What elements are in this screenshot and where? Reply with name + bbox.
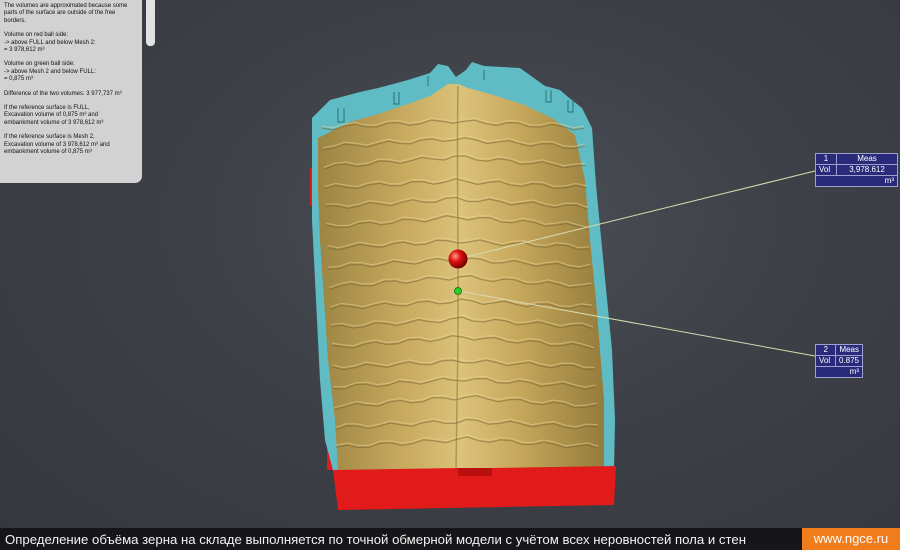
callout-index: 1: [823, 154, 829, 163]
info-line: If the reference surface is Mesh 2,: [4, 134, 95, 141]
site-link[interactable]: www.ngce.ru: [802, 528, 900, 550]
callout-label: Vol: [819, 165, 831, 174]
info-line: parts of the surface are outside of the …: [4, 10, 116, 17]
info-line: The volumes are approximated because som…: [4, 3, 128, 9]
red-ball-marker: [448, 249, 468, 269]
panel-scrollbar[interactable]: [146, 0, 155, 46]
callout-value: 0.875: [834, 356, 862, 366]
info-paragraph: Volume on red ball side: -> above FULL an…: [4, 32, 138, 54]
callout-label: Vol: [819, 356, 831, 365]
info-paragraph: If the reference surface is FULL, Excavat…: [4, 105, 138, 127]
info-paragraph: Difference of the two volumes: 3 977,737…: [4, 91, 138, 98]
info-line: If the reference surface is FULL,: [4, 105, 90, 112]
info-panel: The volumes are approximated because som…: [0, 0, 142, 183]
info-line: Excavation volume of 0,875 m³ and: [4, 112, 99, 119]
info-line: -> above FULL and below Mesh 2:: [4, 39, 96, 46]
callout-index: 2: [823, 345, 828, 354]
caption-text: Определение объёма зерна на складе выпол…: [5, 531, 747, 547]
measure-callout-1[interactable]: 1 Meas Vol 3,978.612 m³: [815, 153, 898, 187]
callout-value: 3,978.612: [836, 165, 897, 175]
caption-bar: Определение объёма зерна на складе выпол…: [0, 528, 900, 550]
info-line: = 3 978,612 m³: [4, 47, 45, 54]
grain-pile-surface: [318, 84, 604, 472]
green-ball-marker: [454, 287, 462, 295]
info-paragraph: Volume on green ball side: -> above Mesh …: [4, 61, 138, 83]
info-line: embankment volume of 0,875 m³: [4, 149, 92, 156]
info-line: -> above Mesh 2 and below FULL:: [4, 68, 96, 75]
info-line: Difference of the two volumes: 3 977,737…: [4, 90, 122, 97]
info-line: embankment volume of 3 978,612 m³: [4, 119, 104, 126]
info-paragraph: The volumes are approximated because som…: [4, 3, 138, 25]
info-line: Excavation volume of 3 978,612 m³ and: [4, 141, 110, 148]
callout-header: Meas: [835, 345, 862, 355]
measure-callout-2[interactable]: 2 Meas Vol 0.875 m³: [815, 344, 863, 378]
info-line: = 0,875 m³: [4, 76, 33, 83]
red-band-notch: [458, 468, 492, 476]
callout-unit: m³: [884, 176, 894, 185]
info-line: Volume on red ball side:: [4, 32, 69, 39]
info-line: borders.: [4, 17, 27, 24]
3d-viewport[interactable]: The volumes are approximated because som…: [0, 0, 900, 528]
callout-unit: m³: [849, 367, 859, 376]
info-paragraph: If the reference surface is Mesh 2, Excav…: [4, 134, 138, 156]
info-line: Volume on green ball side:: [4, 61, 75, 68]
callout-header: Meas: [836, 154, 897, 164]
